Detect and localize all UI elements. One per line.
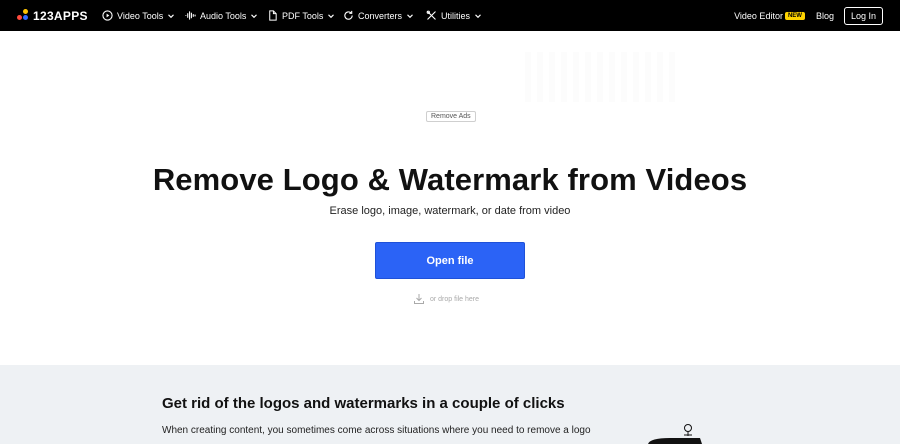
document-icon	[269, 10, 277, 21]
nav-video-tools[interactable]: Video Tools	[102, 8, 175, 23]
chevron-down-icon	[168, 13, 175, 18]
nav-pdf-tools-label: PDF Tools	[282, 10, 324, 21]
nav-audio-tools-label: Audio Tools	[200, 10, 247, 21]
download-icon	[414, 294, 424, 304]
drop-hint-label: or drop file here	[430, 295, 480, 303]
nav-utilities-label: Utilities	[441, 10, 471, 21]
info-text: When creating content, you sometimes com…	[162, 425, 591, 436]
video-editor-link[interactable]: Video Editor NEW	[734, 11, 805, 21]
chevron-down-icon	[328, 13, 335, 18]
info-section: Get rid of the logos and watermarks in a…	[0, 365, 900, 444]
page-subtitle: Erase logo, image, watermark, or date fr…	[329, 205, 571, 217]
remove-ads-button[interactable]: Remove Ads	[426, 111, 476, 122]
blog-link[interactable]: Blog	[816, 11, 834, 21]
login-button[interactable]: Log In	[843, 6, 883, 25]
nav-converters-label: Converters	[358, 10, 403, 21]
chevron-down-icon	[475, 13, 481, 18]
nav-audio-tools[interactable]: Audio Tools	[185, 8, 258, 23]
nav-utilities[interactable]: Utilities	[426, 8, 482, 23]
nav-pdf-tools[interactable]: PDF Tools	[267, 8, 335, 23]
top-navigation-bar: 123APPS Video Tools Audio Tools PDF Tool…	[0, 0, 900, 31]
logo-dots-icon	[17, 9, 30, 22]
drop-zone-hint[interactable]: or drop file here	[413, 293, 479, 305]
play-circle-icon	[102, 10, 113, 21]
chevron-down-icon	[407, 13, 413, 18]
illustration-figure-icon	[648, 424, 702, 444]
video-editor-label: Video Editor	[734, 10, 783, 21]
nav-converters[interactable]: Converters	[343, 8, 414, 23]
tools-icon	[426, 10, 436, 20]
waveform-icon	[185, 11, 196, 20]
chevron-down-icon	[251, 13, 258, 18]
page-title: Remove Logo & Watermark from Videos	[152, 162, 748, 197]
new-badge: NEW	[784, 11, 805, 20]
brand-name: 123APPS	[33, 8, 88, 23]
open-file-button[interactable]: Open file	[375, 242, 525, 279]
info-title: Get rid of the logos and watermarks in a…	[162, 395, 565, 412]
nav-video-tools-label: Video Tools	[117, 10, 164, 21]
refresh-icon	[344, 10, 353, 20]
ad-placeholder	[525, 52, 675, 102]
account-nav: Video Editor NEW Blog Log In	[734, 6, 883, 25]
brand-logo[interactable]: 123APPS	[17, 8, 88, 23]
